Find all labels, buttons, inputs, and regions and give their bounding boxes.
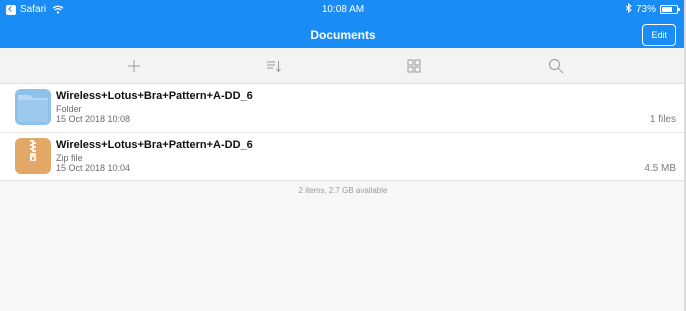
search-icon [548, 58, 564, 74]
zip-file-icon [14, 137, 52, 175]
sort-icon [266, 59, 282, 73]
search-button[interactable] [546, 56, 566, 76]
edit-button[interactable]: Edit [642, 24, 676, 46]
file-kind: Zip file [56, 153, 83, 163]
file-name: Wireless+Lotus+Bra+Pattern+A-DD_6 [56, 90, 253, 102]
files-app-screen: Safari 10:08 AM 73% Documents Edit Wirel… [0, 0, 686, 311]
storage-summary: 2 items, 2.7 GB available [298, 186, 388, 195]
file-list: Wireless+Lotus+Bra+Pattern+A-DD_6 Folder… [0, 84, 686, 180]
battery-icon [660, 5, 680, 14]
plus-icon [127, 59, 141, 73]
file-name: Wireless+Lotus+Bra+Pattern+A-DD_6 [56, 139, 253, 151]
status-bar: Safari 10:08 AM 73% [0, 0, 686, 20]
status-time: 10:08 AM [321, 4, 365, 15]
file-size: 4.5 MB [644, 163, 676, 174]
page-title: Documents [310, 28, 376, 42]
toolbar [0, 48, 686, 84]
sort-button[interactable] [264, 56, 284, 76]
file-date: 15 Oct 2018 10:04 [56, 163, 131, 173]
list-item[interactable]: Wireless+Lotus+Bra+Pattern+A-DD_6 Folder… [0, 84, 686, 132]
divider [0, 180, 686, 181]
file-count: 1 files [649, 114, 676, 125]
folder-icon [14, 88, 52, 126]
navigation-bar: Safari 10:08 AM 73% Documents Edit [0, 0, 686, 48]
battery-level [662, 7, 673, 12]
grid-view-button[interactable] [404, 56, 424, 76]
battery-percent: 73% [635, 4, 656, 15]
list-item[interactable]: Wireless+Lotus+Bra+Pattern+A-DD_6 Zip fi… [0, 132, 686, 180]
add-button[interactable] [124, 56, 144, 76]
bluetooth-icon [625, 2, 632, 16]
file-date: 15 Oct 2018 10:08 [56, 114, 131, 124]
grid-view-icon [407, 59, 421, 73]
file-kind: Folder [56, 104, 82, 114]
status-indicators: 73% [625, 2, 680, 16]
